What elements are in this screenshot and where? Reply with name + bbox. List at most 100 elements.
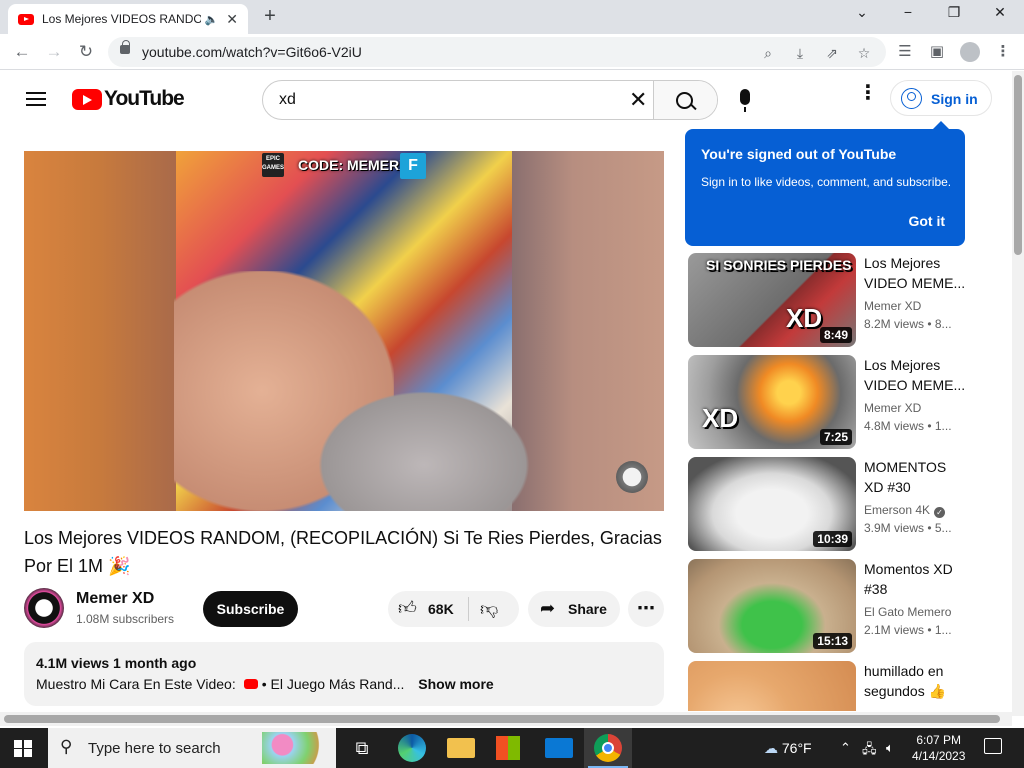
microphone-icon[interactable] xyxy=(740,89,750,112)
description-box[interactable]: 4.1M views 1 month ago Muestro Mi Cara E… xyxy=(24,642,664,706)
taskbar-search-placeholder[interactable]: Type here to search xyxy=(88,740,221,757)
tab-search-icon[interactable]: ⌄ xyxy=(842,4,882,21)
task-view-icon[interactable]: ⧉ xyxy=(348,734,376,762)
mail-icon[interactable] xyxy=(545,738,573,758)
youtube-logo-text[interactable]: YouTube xyxy=(104,87,185,111)
minimize-button[interactable]: − xyxy=(888,4,928,20)
edge-icon[interactable] xyxy=(398,734,426,762)
show-more-button[interactable]: Show more xyxy=(418,676,493,692)
like-count[interactable]: 68K xyxy=(428,601,454,617)
clear-search-icon[interactable]: ✕ xyxy=(629,87,647,113)
more-actions-button[interactable]: ⋯ xyxy=(628,591,664,627)
got-it-button[interactable]: Got it xyxy=(908,213,945,229)
file-explorer-icon[interactable] xyxy=(447,738,475,758)
video-duration: 15:13 xyxy=(813,633,852,649)
channel-name[interactable]: Memer XD xyxy=(76,590,154,608)
chrome-taskbar-button[interactable] xyxy=(584,728,632,768)
video-title[interactable]: humillado en segundos 👍 xyxy=(864,661,968,701)
windows-start-icon[interactable] xyxy=(14,740,32,757)
vertical-scroll-thumb[interactable] xyxy=(1014,75,1022,255)
like-icon[interactable]: 👍︎ xyxy=(398,597,417,619)
video-thumbnail[interactable]: SI SONRIES PIERDES XD 8:49 xyxy=(688,253,856,347)
video-title[interactable]: Los Mejores VIDEO MEME... xyxy=(864,253,968,293)
notification-center-icon[interactable] xyxy=(984,738,1002,754)
new-tab-button[interactable]: + xyxy=(258,5,282,28)
channel-name[interactable]: Memer XD xyxy=(864,299,921,313)
recommendation-item[interactable]: humillado en segundos 👍 xyxy=(688,661,1008,711)
speaker-icon[interactable]: 🔈 xyxy=(205,13,219,26)
video-meta: 4.8M views • 1... xyxy=(864,419,952,433)
browser-menu-icon[interactable]: ⋮ xyxy=(992,42,1014,60)
description-link[interactable]: • El Juego Más Rand... xyxy=(262,676,405,692)
windows-taskbar: ⚲ Type here to search ⧉ ☁ 76°F ⌃ 🖧︎ 🔈︎ 6… xyxy=(0,728,1024,768)
share-page-icon[interactable]: ⇗ xyxy=(822,45,842,62)
profile-avatar-icon[interactable] xyxy=(960,42,980,62)
video-title[interactable]: Los Mejores VIDEO MEME... xyxy=(864,355,968,395)
video-title[interactable]: Momentos XD #38 xyxy=(864,559,968,599)
dislike-icon[interactable]: 👎︎ xyxy=(480,598,498,620)
channel-name-text[interactable]: Emerson 4K xyxy=(864,503,930,517)
video-thumbnail[interactable]: 15:13 xyxy=(688,559,856,653)
search-box[interactable]: xd ✕ xyxy=(262,80,718,120)
bookmark-star-icon[interactable]: ☆ xyxy=(854,45,874,62)
lock-icon[interactable] xyxy=(120,40,130,54)
search-highlight-illustration xyxy=(262,732,330,764)
channel-name[interactable]: Emerson 4K ✓ xyxy=(864,503,946,518)
settings-kebab-icon[interactable]: ⋮ xyxy=(858,83,878,103)
video-duration: 8:49 xyxy=(819,327,852,343)
hamburger-menu-icon[interactable] xyxy=(26,92,46,106)
url-text[interactable]: youtube.com/watch?v=Git6o6-V2iU xyxy=(142,44,362,60)
video-thumbnail[interactable]: XD 7:25 xyxy=(688,355,856,449)
video-title[interactable]: MOMENTOS XD #30 xyxy=(864,457,968,497)
youtube-favicon-icon xyxy=(18,13,34,25)
close-window-button[interactable]: ✕ xyxy=(980,4,1020,21)
channel-watermark-icon[interactable] xyxy=(616,461,648,493)
install-icon[interactable]: ⤓ xyxy=(790,45,810,62)
network-icon[interactable]: 🖧︎ xyxy=(862,740,877,762)
horizontal-scrollbar[interactable] xyxy=(0,712,1012,726)
video-meta: 8.2M views • 8... xyxy=(864,317,952,331)
cloud-icon: ☁ xyxy=(764,740,778,756)
share-button[interactable]: ➦ Share xyxy=(528,591,620,627)
youtube-link-icon xyxy=(243,679,258,689)
horizontal-scroll-thumb[interactable] xyxy=(4,715,1000,723)
recommendation-item[interactable]: 15:13 Momentos XD #38 El Gato Memero 2.1… xyxy=(688,559,1008,655)
tab-close-icon[interactable]: ✕ xyxy=(226,11,238,28)
tab-title: Los Mejores VIDEOS RANDO xyxy=(42,12,201,26)
video-thumbnail[interactable] xyxy=(688,661,856,711)
sign-in-button[interactable]: Sign in xyxy=(890,80,992,116)
tray-chevron-icon[interactable]: ⌃ xyxy=(840,740,851,756)
recommendation-item[interactable]: 10:39 MOMENTOS XD #30 Emerson 4K ✓ 3.9M v… xyxy=(688,457,1008,553)
verified-check-icon: ✓ xyxy=(934,507,946,518)
zoom-search-icon[interactable]: ⌕ xyxy=(758,45,778,62)
video-player[interactable]: EPIC GAMES CODE: MEMERXD F xyxy=(24,151,664,511)
taskbar-search[interactable]: ⚲ Type here to search xyxy=(48,728,336,768)
signed-out-tooltip: You're signed out of YouTube Sign in to … xyxy=(685,121,965,246)
vertical-scrollbar[interactable] xyxy=(1012,71,1024,716)
reading-list-icon[interactable]: ☰ xyxy=(894,42,916,60)
account-icon xyxy=(901,88,922,109)
video-thumbnail[interactable]: 10:39 xyxy=(688,457,856,551)
youtube-logo-icon[interactable] xyxy=(72,89,102,110)
recommendation-item[interactable]: SI SONRIES PIERDES XD 8:49 Los Mejores V… xyxy=(688,253,1008,349)
recommendation-item[interactable]: XD 7:25 Los Mejores VIDEO MEME... Memer … xyxy=(688,355,1008,451)
channel-name[interactable]: Memer XD xyxy=(864,401,921,415)
search-input[interactable]: xd xyxy=(279,91,296,109)
channel-name[interactable]: El Gato Memero xyxy=(864,605,951,619)
system-clock[interactable]: 6:07 PM 4/14/2023 xyxy=(912,732,965,764)
forward-button[interactable]: → xyxy=(42,40,66,64)
tooltip-body: Sign in to like videos, comment, and sub… xyxy=(701,175,952,189)
browser-tab[interactable]: Los Mejores VIDEOS RANDO 🔈 ✕ xyxy=(8,4,248,34)
weather-widget[interactable]: ☁ 76°F xyxy=(764,740,812,757)
maximize-button[interactable]: ❐ xyxy=(934,4,974,21)
reload-button[interactable]: ↻ xyxy=(74,40,98,64)
channel-avatar[interactable] xyxy=(24,588,64,628)
volume-icon[interactable]: 🔈︎ xyxy=(886,740,894,756)
address-bar[interactable]: youtube.com/watch?v=Git6o6-V2iU ⌕ ⤓ ⇗ ☆ xyxy=(108,37,886,67)
microsoft-store-icon[interactable] xyxy=(496,736,520,760)
side-panel-icon[interactable]: ▣ xyxy=(926,42,948,60)
search-button[interactable] xyxy=(653,81,717,119)
sign-in-label: Sign in xyxy=(931,91,978,107)
back-button[interactable]: ← xyxy=(10,40,34,64)
subscribe-button[interactable]: Subscribe xyxy=(203,591,298,627)
